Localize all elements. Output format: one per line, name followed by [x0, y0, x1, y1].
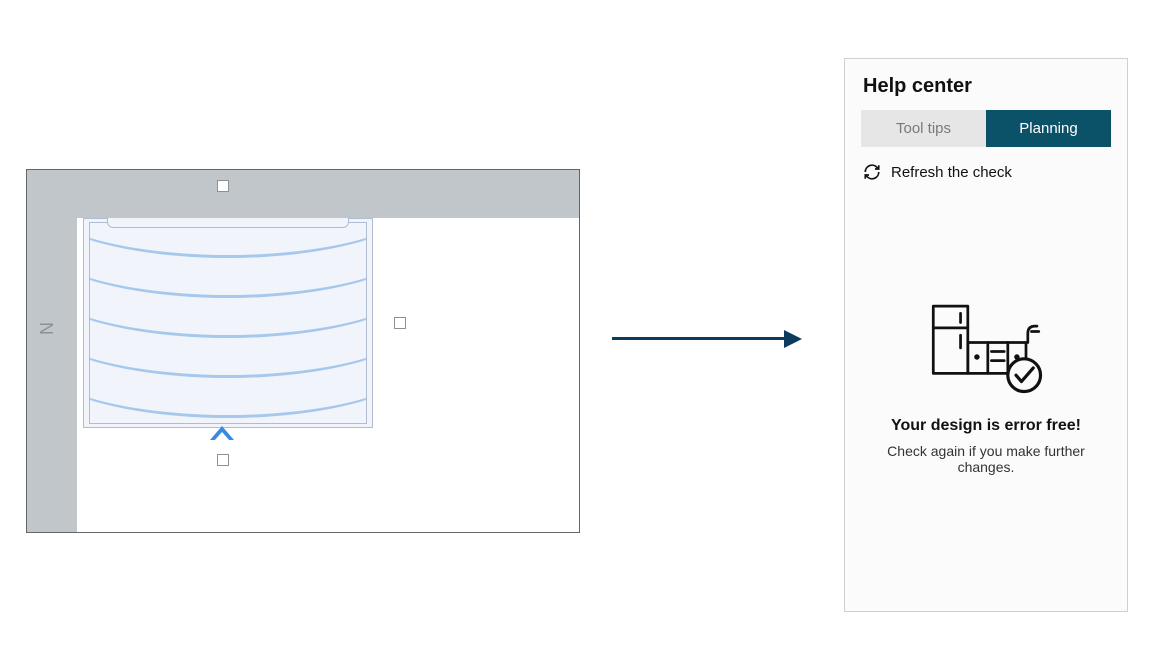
resize-handle-bottom[interactable]: [217, 454, 229, 466]
status-heading: Your design is error free!: [845, 417, 1127, 435]
cabinet-top-edge: [107, 218, 349, 228]
refresh-icon: [863, 163, 881, 181]
compass-north-label: N: [37, 322, 58, 335]
help-center-panel: Help center Tool tips Planning Refresh t…: [844, 58, 1128, 612]
cabinet-pattern: [89, 222, 367, 424]
kitchen-ok-illustration: [845, 297, 1127, 397]
refresh-check-label: Refresh the check: [891, 164, 1012, 181]
floorplan-canvas[interactable]: N: [26, 169, 580, 533]
refresh-check-button[interactable]: Refresh the check: [845, 147, 1127, 197]
drag-arrow-icon-inner: [214, 432, 230, 441]
resize-handle-right[interactable]: [394, 317, 406, 329]
status-subtext: Check again if you make further changes.: [845, 443, 1127, 475]
wall-left: [27, 170, 77, 532]
flow-arrow-icon: [612, 330, 802, 348]
help-tabs: Tool tips Planning: [861, 110, 1111, 147]
tab-tool-tips[interactable]: Tool tips: [861, 110, 986, 147]
tab-planning[interactable]: Planning: [986, 110, 1111, 147]
help-center-title: Help center: [845, 59, 1127, 110]
wall-top: [27, 170, 579, 218]
resize-handle-top[interactable]: [217, 180, 229, 192]
